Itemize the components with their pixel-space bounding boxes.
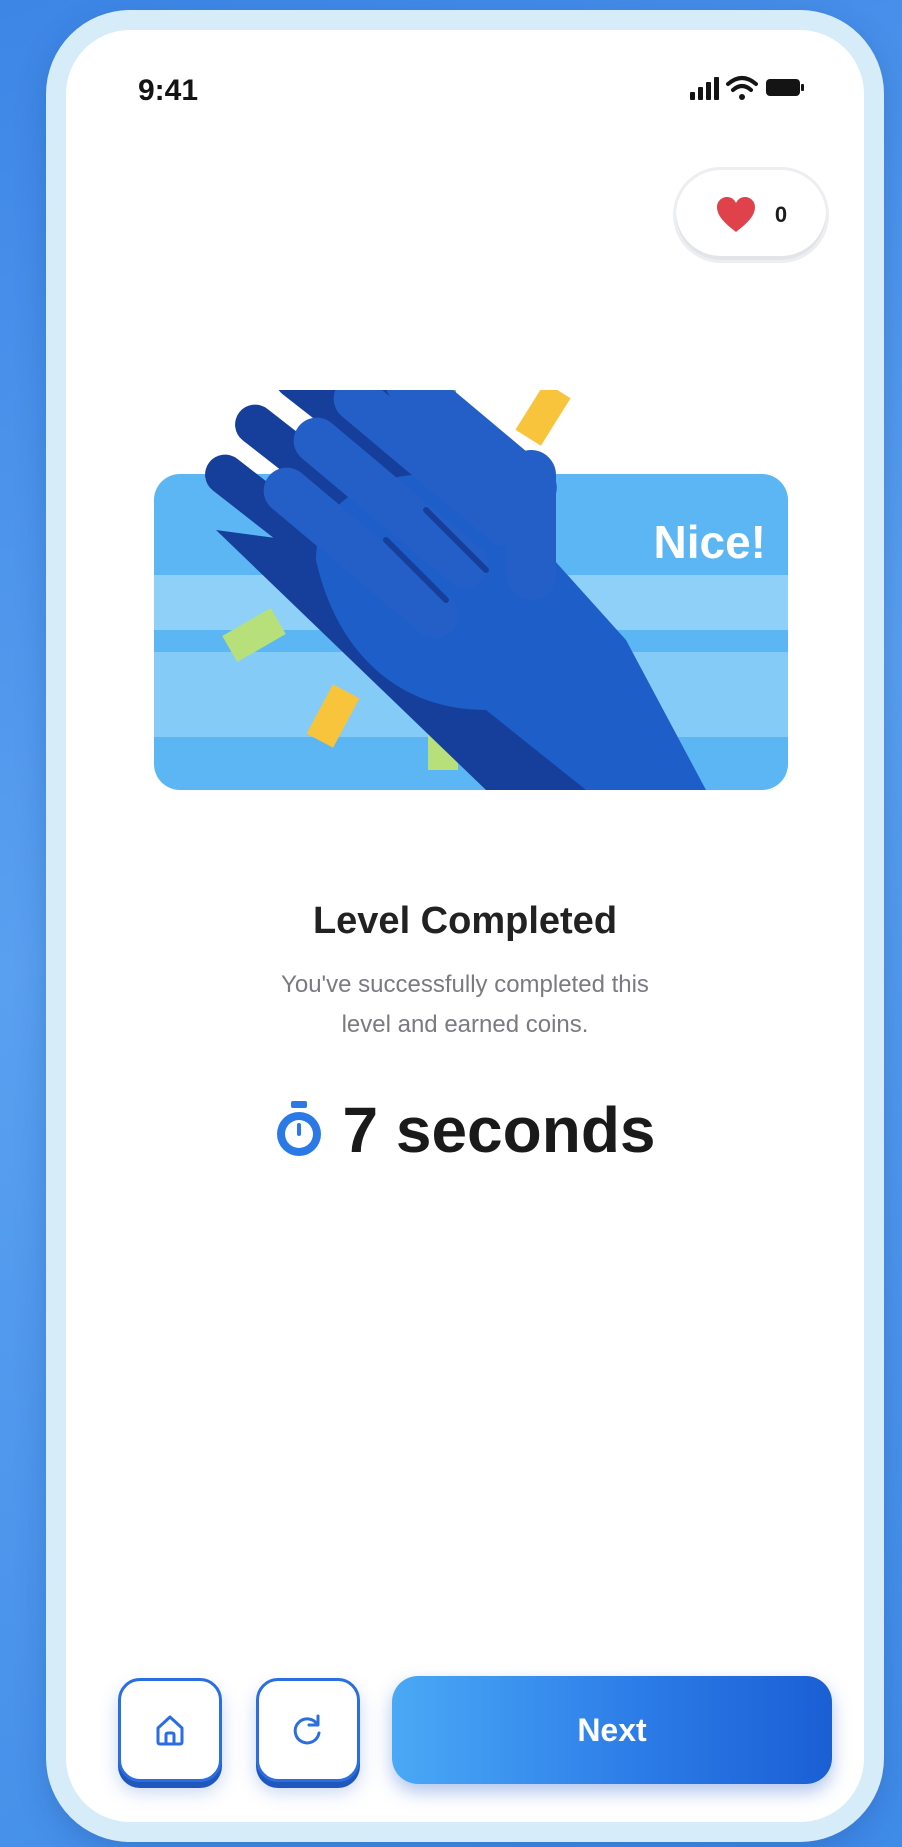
stopwatch-icon <box>277 1101 322 1156</box>
replay-icon <box>293 1714 321 1745</box>
next-button[interactable]: Next <box>392 1676 832 1784</box>
lives-counter[interactable]: 0 <box>676 170 826 260</box>
nice-banner-text: Nice! <box>654 516 766 568</box>
status-icons <box>690 76 804 100</box>
wifi-icon <box>726 76 758 100</box>
high-five-illustration: Nice! <box>154 390 788 790</box>
replay-button[interactable] <box>256 1678 360 1782</box>
app-screen: 9:41 0 Nice! Level Completed You've succ… <box>66 30 864 1822</box>
home-button[interactable] <box>118 1678 222 1782</box>
battery-icon <box>766 79 804 96</box>
home-icon <box>156 1715 184 1746</box>
heart-icon <box>716 197 755 232</box>
confetti-piece <box>515 390 571 446</box>
status-time: 9:41 <box>138 74 199 107</box>
next-button-label: Next <box>577 1711 647 1748</box>
level-completed-subtitle: You've successfully completed this level… <box>281 971 649 1038</box>
level-completed-title: Level Completed <box>312 900 618 942</box>
lives-count: 0 <box>774 202 788 227</box>
completion-time-text: 7 seconds <box>342 1094 656 1166</box>
cellular-signal-icon <box>690 77 719 100</box>
completion-time: 7 seconds <box>66 1080 864 1180</box>
